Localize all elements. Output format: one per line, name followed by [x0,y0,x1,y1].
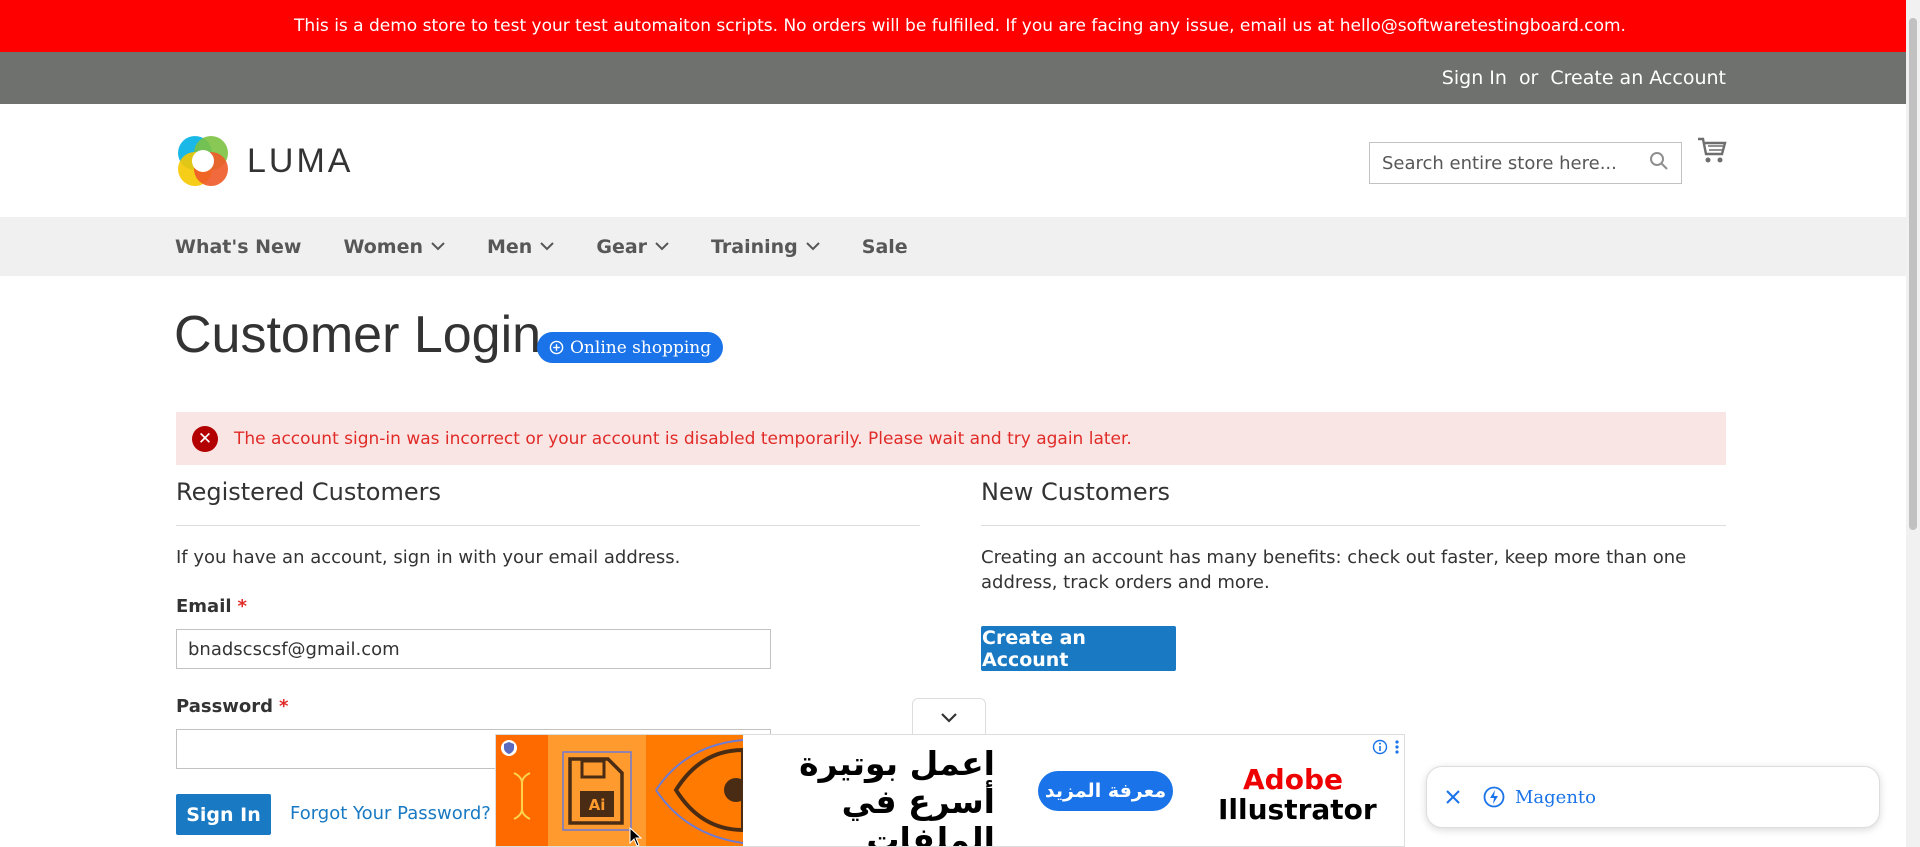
create-account-button[interactable]: Create an Account [981,626,1176,671]
email-label: Email * [176,596,247,617]
nav-label: What's New [175,235,302,258]
nav-women[interactable]: Women [343,236,445,258]
magento-chip[interactable]: Magento [1426,766,1880,828]
new-customers-title: New Customers [981,478,1171,506]
ai-file-icon: Ai [562,751,632,831]
ad-info-icon[interactable] [1372,739,1388,755]
ad-brand: Adobe Illustrator [1218,763,1377,826]
plus-circle-icon [549,340,564,355]
email-label-text: Email [176,596,232,617]
ad-headline: اعمل بوتيرة أسرع في الملفات المعقدة. [799,744,995,847]
page-title: Customer Login [174,306,542,364]
sign-in-link[interactable]: Sign In [1442,67,1507,89]
error-text: The account sign-in was incorrect or you… [234,428,1132,449]
nav-label: Men [487,235,533,258]
email-field[interactable]: bnadscscsf@gmail.com [176,629,771,669]
ad-menu-icon[interactable] [1394,739,1400,755]
cart-icon[interactable] [1697,136,1727,168]
top-links-bar: Sign In or Create an Account [0,52,1920,104]
nav-sale[interactable]: Sale [862,236,908,258]
search-input[interactable] [1382,152,1637,174]
logo-text: LUMA [247,141,354,180]
forgot-password-link[interactable]: Forgot Your Password? [290,803,491,824]
registered-intro: If you have an account, sign in with you… [176,547,681,568]
ad-collapse-toggle[interactable] [912,698,986,735]
error-message: ✕ The account sign-in was incorrect or y… [176,412,1726,465]
ad-brand-line1: Adobe [1243,763,1343,796]
pill-label: Online shopping [570,337,712,358]
email-value: bnadscscsf@gmail.com [188,638,400,660]
password-label: Password * [176,696,288,717]
scrollbar[interactable] [1906,0,1920,847]
divider [176,525,920,526]
required-mark: * [237,596,247,617]
demo-notice-bar: This is a demo store to test your test a… [0,0,1920,52]
nav-label: Women [343,235,424,258]
chevron-down-icon [941,712,957,723]
search-box [1369,142,1682,184]
text-cursor-icon [513,772,531,820]
privacy-shield-icon [501,740,517,756]
close-circle-icon: ✕ [192,425,218,452]
nav-label: Training [711,235,798,258]
nav-gear[interactable]: Gear [596,236,669,258]
sign-in-button[interactable]: Sign In [176,794,271,835]
main-nav: What's New Women Men Gear Training Sale [0,217,1920,276]
chevron-down-icon [806,242,820,251]
online-shopping-pill[interactable]: Online shopping [537,332,724,363]
nav-men[interactable]: Men [487,235,555,258]
search-icon[interactable] [1649,151,1669,175]
or-text: or [1518,67,1539,89]
bolt-icon [1483,786,1505,808]
scrollbar-thumb[interactable] [1909,18,1917,530]
ad-learn-more-button[interactable]: معرفة المزيد [1038,771,1173,811]
pen-tool-icon [655,739,748,844]
ai-file-badge: Ai [589,796,606,814]
nav-whats-new[interactable]: What's New [175,236,301,258]
create-account-link[interactable]: Create an Account [1550,67,1726,89]
chevron-down-icon [431,242,445,251]
demo-notice-text: This is a demo store to test your test a… [294,16,1626,36]
chevron-down-icon [655,242,669,251]
required-mark: * [279,696,289,717]
new-customers-text: Creating an account has many benefits: c… [981,547,1687,593]
ad-brand-line2: Illustrator [1218,793,1377,826]
mouse-cursor-icon [629,827,643,846]
nav-label: Sale [861,235,908,258]
close-icon[interactable] [1445,789,1461,805]
nav-training[interactable]: Training [711,236,820,258]
divider [981,525,1726,526]
magento-chip-label: Magento [1515,786,1596,808]
ad-banner[interactable]: Ai اعمل بوتيرة أسرع في الملفات المعقدة. … [495,734,1405,847]
registered-customers-title: Registered Customers [176,478,441,506]
chevron-down-icon [540,242,555,251]
luma-logo-icon [175,133,231,189]
ad-illustration: Ai [496,735,748,846]
nav-label: Gear [596,235,648,258]
luma-logo[interactable]: LUMA [175,133,353,189]
site-header: LUMA [0,104,1920,217]
password-label-text: Password [176,696,274,717]
